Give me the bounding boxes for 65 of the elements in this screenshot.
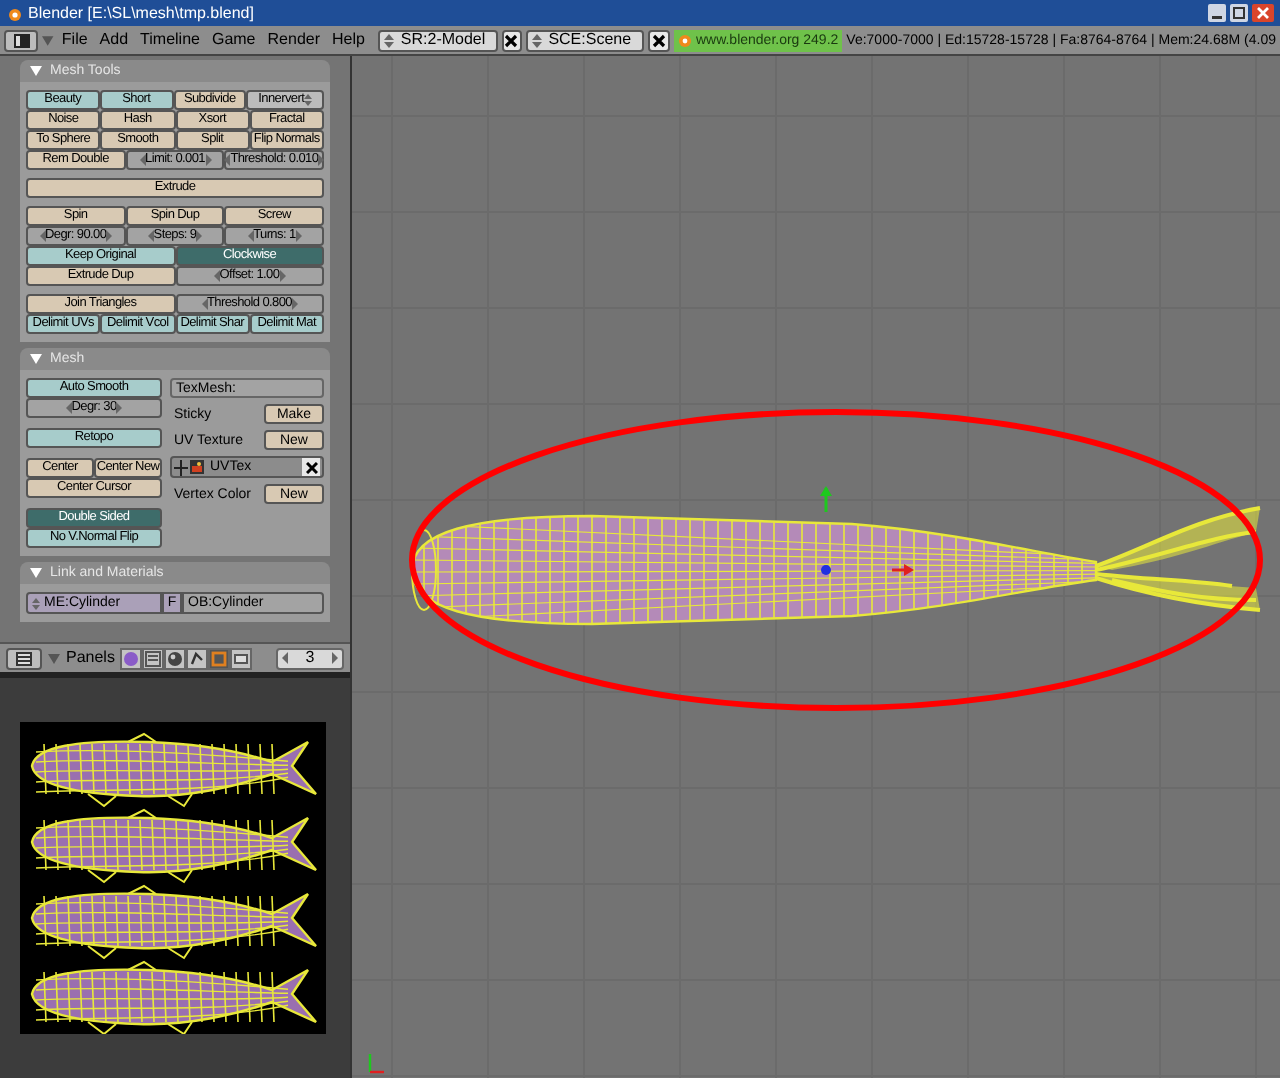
logic-icon xyxy=(122,649,141,667)
editing-icon xyxy=(210,649,229,667)
crosshair-icon xyxy=(174,459,188,475)
scene-icon xyxy=(232,649,251,667)
menu-item[interactable]: File xyxy=(57,32,92,48)
menu-item[interactable]: Add xyxy=(95,32,133,48)
decrement-arrow-icon xyxy=(282,652,288,664)
menu-item[interactable]: Render xyxy=(263,32,325,48)
collapse-triangle-icon xyxy=(42,35,54,45)
window-title: Blender [E:\SL\mesh\tmp.blend] xyxy=(28,5,254,21)
close-icon xyxy=(305,461,317,473)
up-down-arrow-icon xyxy=(304,94,313,106)
increment-arrow-icon xyxy=(106,230,113,242)
decrement-arrow-icon xyxy=(224,154,231,166)
shading-tab[interactable] xyxy=(164,647,187,669)
decrement-arrow-icon xyxy=(213,270,220,282)
object-tab[interactable] xyxy=(186,647,209,669)
close-icon xyxy=(652,33,667,47)
script-icon xyxy=(144,649,163,667)
close-icon xyxy=(1252,4,1274,22)
up-down-arrow-icon xyxy=(32,597,40,609)
list-icon xyxy=(16,651,32,665)
number-field[interactable]: 3 xyxy=(276,647,344,669)
increment-arrow-icon xyxy=(116,402,123,414)
object-icon xyxy=(188,649,207,667)
scene-tab[interactable] xyxy=(230,647,253,669)
maximize-icon xyxy=(1230,4,1248,22)
up-down-arrow-icon xyxy=(384,33,395,47)
delete-button[interactable] xyxy=(501,29,523,51)
window-type-button[interactable] xyxy=(4,29,39,51)
blender-logo-icon xyxy=(6,5,22,21)
decrement-arrow-icon xyxy=(147,230,154,242)
collapse-triangle-icon xyxy=(48,653,60,663)
increment-arrow-icon xyxy=(295,230,302,242)
dropdown-field[interactable]: SR:2-Model xyxy=(378,29,498,51)
shading-icon xyxy=(166,649,185,667)
increment-arrow-icon xyxy=(291,298,298,310)
dropdown-field[interactable]: SCE:Scene xyxy=(526,29,645,51)
delete-button[interactable] xyxy=(648,29,670,51)
minimize-icon xyxy=(1208,4,1226,22)
increment-arrow-icon xyxy=(331,652,338,664)
script-tab[interactable] xyxy=(142,647,165,669)
decrement-arrow-icon xyxy=(247,230,254,242)
close-icon xyxy=(504,33,519,47)
image-icon xyxy=(190,460,204,474)
menu-item[interactable]: Timeline xyxy=(136,32,204,48)
header-label: Panels xyxy=(66,650,115,666)
editor-icon xyxy=(13,33,30,47)
increment-arrow-icon xyxy=(205,154,212,166)
logic-tab[interactable] xyxy=(120,647,143,669)
decrement-arrow-icon xyxy=(39,230,45,242)
menu-item[interactable]: Game xyxy=(207,32,260,48)
decrement-arrow-icon xyxy=(65,402,72,414)
increment-arrow-icon xyxy=(279,270,286,282)
delete-button[interactable] xyxy=(302,458,320,476)
transform-manipulator-icon xyxy=(820,486,914,576)
blender-logo-icon xyxy=(677,33,692,47)
axis-icon xyxy=(368,1054,384,1074)
increment-arrow-icon xyxy=(196,230,203,242)
increment-arrow-icon xyxy=(318,154,325,166)
decrement-arrow-icon xyxy=(201,298,207,310)
up-down-arrow-icon xyxy=(532,33,543,47)
decrement-arrow-icon xyxy=(139,154,145,166)
window-type-button[interactable] xyxy=(6,647,42,669)
menu-item[interactable]: Help xyxy=(328,32,369,48)
